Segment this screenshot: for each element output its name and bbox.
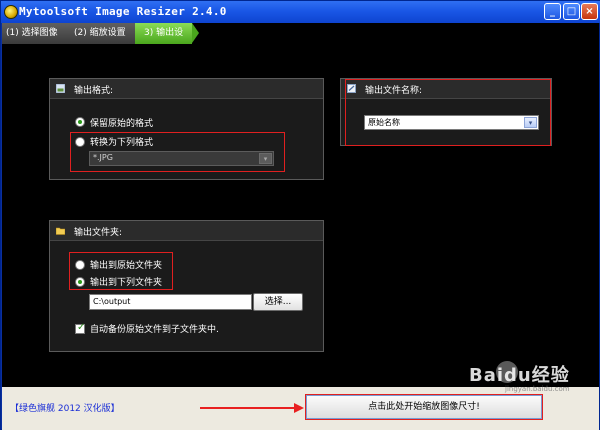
step-output-settings[interactable]: 3) 输出设置 [135, 23, 192, 59]
folder-icon [56, 227, 65, 235]
keep-format-radio[interactable] [75, 117, 85, 127]
main-content: 输出格式: 保留原始的格式 转换为下列格式 *.JPG ▾ 输出文件名称: 原始… [2, 44, 599, 387]
convert-format-label: 转换为下列格式 [90, 138, 154, 148]
window-title: Mytoolsoft Image Resizer 2.4.0 [19, 5, 227, 18]
pointer-arrowhead-icon [294, 403, 304, 413]
panel-header: 输出格式: [50, 79, 323, 99]
bottom-bar: 【绿色旗舰 2012 汉化版】 点击此处开始缩放图像尺寸! [2, 387, 599, 430]
output-to-folder-radio[interactable] [75, 277, 85, 287]
watermark-url: jingyan.baidu.com [505, 385, 570, 393]
panel-header: 输出文件夹: [50, 221, 323, 241]
backup-checkbox[interactable] [75, 322, 85, 334]
app-window: Mytoolsoft Image Resizer 2.4.0 _ □ × (1)… [0, 0, 600, 430]
output-format-title: 输出格式: [74, 86, 114, 96]
start-resize-button[interactable]: 点击此处开始缩放图像尺寸! [305, 394, 543, 420]
format-select-value: *.JPG [93, 153, 113, 162]
output-folder-title: 输出文件夹: [74, 228, 123, 238]
filename-select[interactable]: 原始名称 ▾ [364, 115, 539, 130]
format-select[interactable]: *.JPG ▾ [89, 151, 274, 166]
chevron-down-icon[interactable]: ▾ [259, 153, 272, 164]
output-to-folder-label: 输出到下列文件夹 [90, 278, 163, 288]
maximize-button[interactable]: □ [563, 3, 580, 20]
output-path-value: C:\output [93, 297, 131, 306]
step-select-images[interactable]: (1) 选择图像 [2, 23, 66, 44]
output-path-input[interactable]: C:\output [89, 294, 252, 310]
title-bar[interactable]: Mytoolsoft Image Resizer 2.4.0 _ □ × [1, 1, 600, 23]
filename-select-value: 原始名称 [368, 118, 400, 127]
output-filename-panel: 输出文件名称: 原始名称 ▾ [340, 78, 552, 146]
backup-label: 自动备份原始文件到子文件夹中. [90, 325, 219, 335]
output-to-original-label: 输出到原始文件夹 [90, 261, 163, 271]
output-to-original-radio[interactable] [75, 260, 85, 270]
wizard-step-bar: (1) 选择图像 (2) 缩放设置 3) 输出设置 [2, 23, 599, 59]
browse-button[interactable]: 选择... [253, 293, 303, 311]
minimize-button[interactable]: _ [544, 3, 561, 20]
close-button[interactable]: × [581, 3, 598, 20]
credit-link[interactable]: 【绿色旗舰 2012 汉化版】 [10, 401, 120, 414]
watermark: Baidu经验 [469, 365, 570, 386]
chevron-down-icon[interactable]: ▾ [524, 117, 537, 128]
app-logo-icon [4, 5, 18, 19]
step-active-arrow-icon [192, 23, 199, 43]
output-format-panel: 输出格式: 保留原始的格式 转换为下列格式 *.JPG ▾ [49, 78, 324, 180]
output-folder-panel: 输出文件夹: 输出到原始文件夹 输出到下列文件夹 C:\output 选择...… [49, 220, 324, 352]
highlight-box [345, 79, 551, 146]
keep-format-label: 保留原始的格式 [90, 119, 154, 129]
image-format-icon [56, 84, 65, 93]
pointer-arrow-icon [200, 407, 296, 409]
step-resize-settings[interactable]: (2) 缩放设置 [66, 23, 135, 44]
convert-format-radio[interactable] [75, 137, 85, 147]
